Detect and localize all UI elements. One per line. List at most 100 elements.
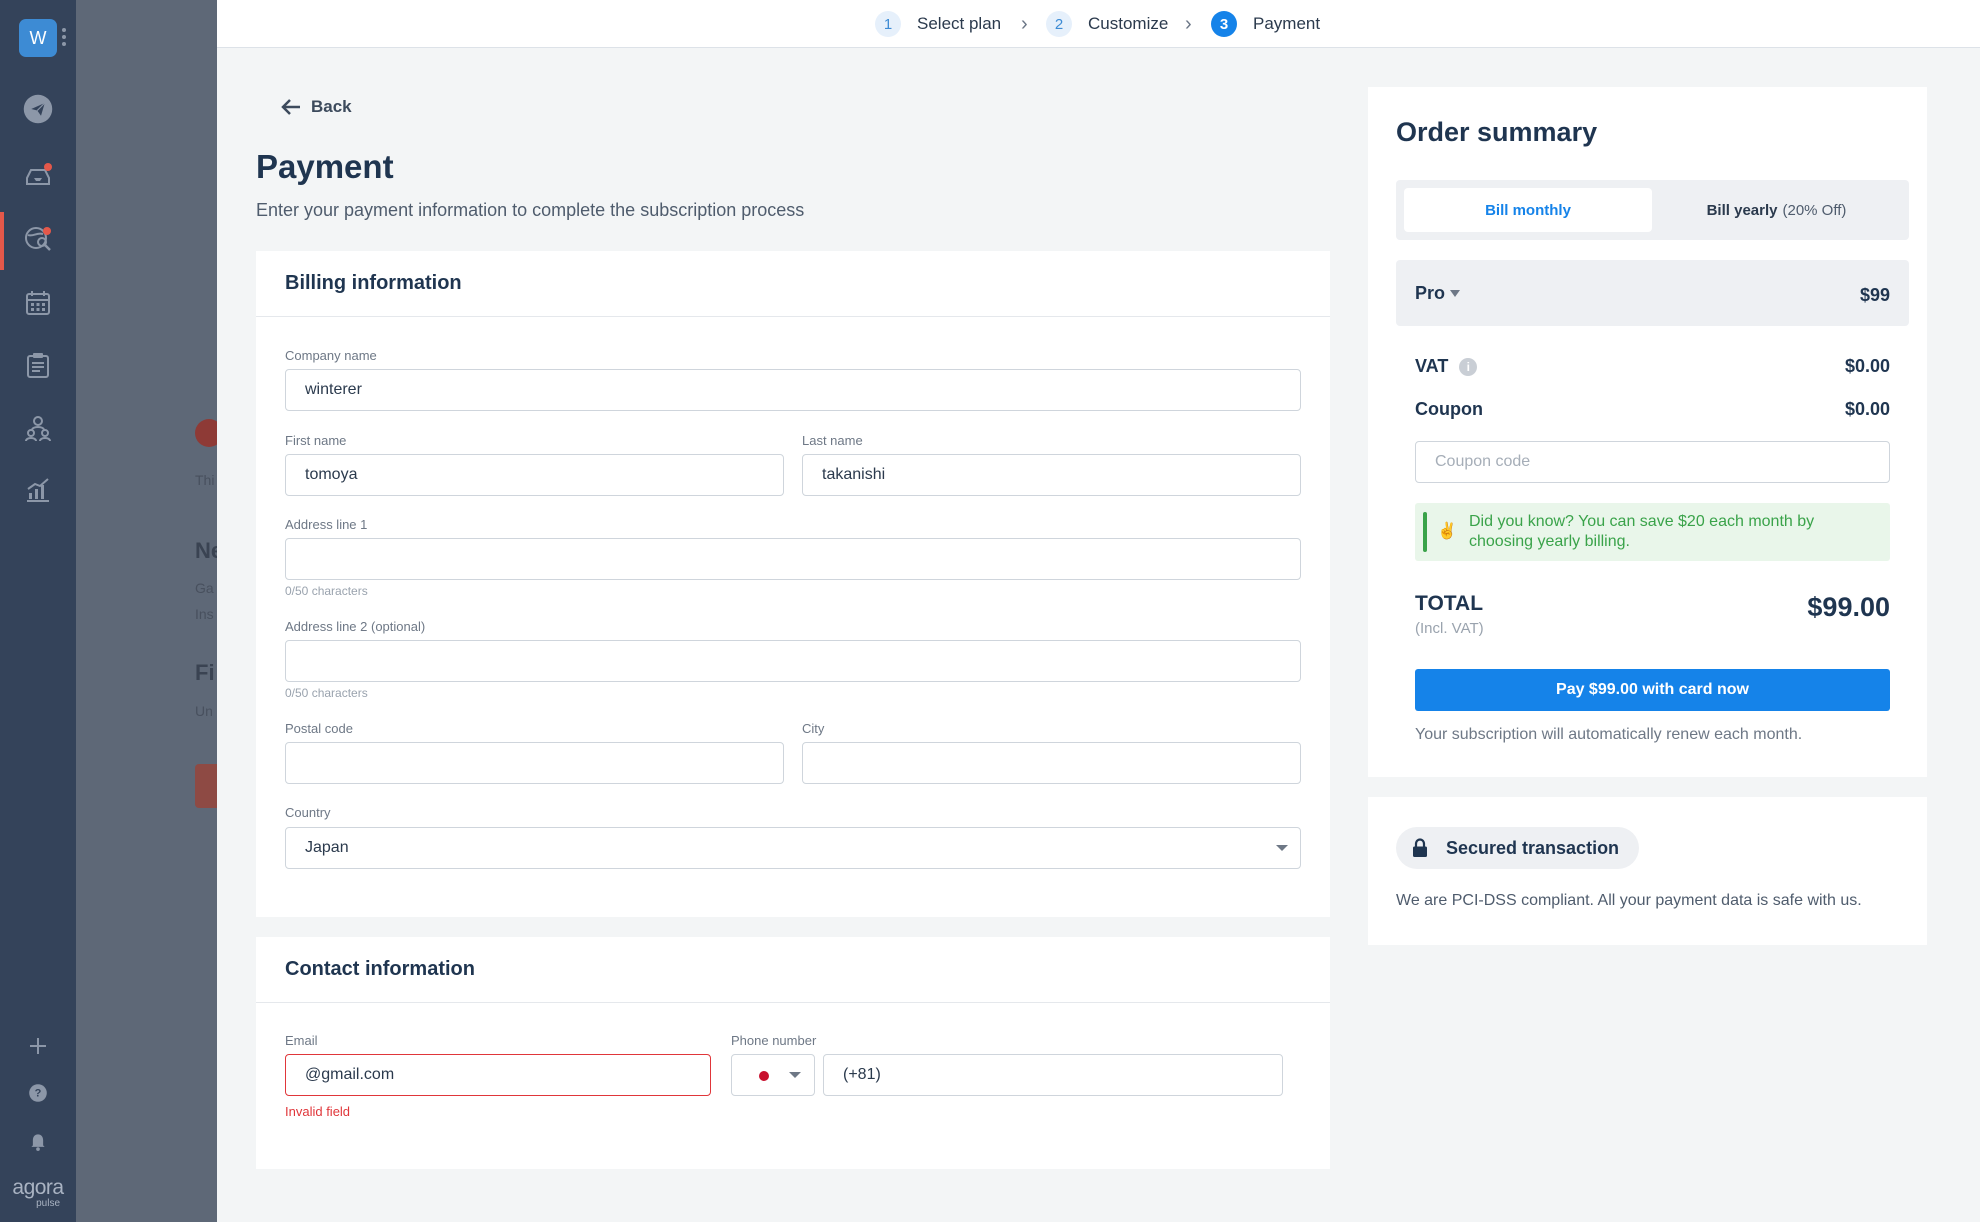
coupon-code-input[interactable] <box>1435 453 1889 471</box>
address-line-2-counter: 0/50 characters <box>285 686 368 700</box>
company-name-label: Company name <box>285 348 377 363</box>
step-customize[interactable]: 2 Customize <box>1046 11 1168 37</box>
order-summary-card: Order summary Bill monthly Bill yearly (… <box>1368 87 1927 777</box>
background-text: Ga <box>195 580 214 596</box>
bill-yearly-label: Bill yearly <box>1706 201 1778 219</box>
address-line-2-input[interactable] <box>285 640 1301 682</box>
back-link[interactable]: Back <box>281 97 352 117</box>
background-text: Thi <box>195 472 215 488</box>
chevron-right-icon: › <box>1185 13 1192 35</box>
step-payment[interactable]: 3 Payment <box>1211 11 1320 37</box>
tip-accent-bar <box>1423 512 1427 552</box>
paper-plane-icon[interactable] <box>18 89 58 129</box>
plan-price: $99 <box>1859 285 1890 305</box>
brand-logo-sub: pulse <box>36 1198 60 1209</box>
first-name-label: First name <box>285 433 347 448</box>
billing-period-toggle: Bill monthly Bill yearly (20% Off) <box>1396 180 1909 240</box>
coupon-value: $0.00 <box>1844 399 1890 419</box>
workspace-switcher[interactable]: W <box>19 19 57 57</box>
address-line-2-label: Address line 2 (optional) <box>285 619 426 634</box>
first-name-input[interactable]: tomoya <box>285 454 784 496</box>
last-name-label: Last name <box>802 433 863 448</box>
victory-hand-icon: ✌ <box>1437 523 1457 540</box>
secured-transaction-label: Secured transaction <box>1446 837 1620 858</box>
lock-icon <box>1413 838 1427 857</box>
last-name-input[interactable]: takanishi <box>802 454 1301 496</box>
address-line-1-counter: 0/50 characters <box>285 584 368 598</box>
checkout-stepper: 1 Select plan › 2 Customize › 3 Payment <box>217 0 1980 48</box>
total-vat-note: (Incl. VAT) <box>1415 620 1484 637</box>
svg-text:?: ? <box>35 1088 42 1100</box>
team-icon[interactable] <box>18 408 58 448</box>
vat-label: VAT <box>1415 356 1449 376</box>
step-number: 2 <box>1046 11 1072 37</box>
phone-input[interactable]: (+81) <box>823 1054 1283 1096</box>
billing-information-card: Billing information Company name wintere… <box>256 251 1330 917</box>
bill-yearly-discount: (20% Off) <box>1782 201 1847 219</box>
vat-row: VAT i $0.00 <box>1415 356 1890 377</box>
page-title: Payment <box>256 148 394 185</box>
step-number: 3 <box>1211 11 1237 37</box>
city-input[interactable] <box>802 742 1301 784</box>
inbox-icon[interactable] <box>18 155 58 195</box>
email-label: Email <box>285 1033 318 1048</box>
background-page: Thi Ne Ga Ins Fi Un <box>76 0 217 1222</box>
chevron-right-icon: › <box>1021 13 1028 35</box>
vat-value: $0.00 <box>1844 356 1890 376</box>
country-value: Japan <box>305 839 349 856</box>
phone-label: Phone number <box>731 1033 817 1048</box>
step-label: Customize <box>1088 14 1169 33</box>
chevron-down-icon <box>1276 845 1288 851</box>
active-nav-indicator <box>0 212 4 270</box>
background-text: Un <box>195 703 213 719</box>
info-icon[interactable]: i <box>1459 357 1478 376</box>
background-text: Ins <box>195 606 214 622</box>
total-amount: $99.00 <box>1807 592 1890 622</box>
more-icon[interactable] <box>62 28 66 46</box>
analytics-icon[interactable] <box>18 470 58 510</box>
background-button <box>195 764 217 808</box>
country-code-select[interactable] <box>731 1054 815 1096</box>
background-heading: Ne <box>195 538 217 563</box>
pay-button[interactable]: Pay $99.00 with card now <box>1415 669 1890 711</box>
order-summary-title: Order summary <box>1396 117 1598 147</box>
plus-icon[interactable] <box>18 1026 58 1066</box>
plan-selector[interactable]: Pro $99 <box>1396 260 1909 326</box>
postal-code-input[interactable] <box>285 742 784 784</box>
coupon-code-field[interactable] <box>1415 441 1890 483</box>
company-name-input[interactable]: winterer <box>285 369 1301 411</box>
security-card: Secured transaction We are PCI-DSS compl… <box>1368 797 1927 945</box>
coupon-row: Coupon $0.00 <box>1415 399 1890 420</box>
coupon-label: Coupon <box>1415 399 1483 419</box>
arrow-left-icon <box>281 99 300 115</box>
bill-yearly-option[interactable]: Bill yearly (20% Off) <box>1652 188 1901 232</box>
step-label: Payment <box>1253 14 1321 33</box>
postal-code-label: Postal code <box>285 721 353 736</box>
renewal-note: Your subscription will automatically ren… <box>1415 726 1803 743</box>
help-icon[interactable]: ? <box>18 1073 58 1113</box>
listening-icon[interactable] <box>18 218 58 258</box>
background-heading: Fi <box>195 660 215 685</box>
address-line-1-input[interactable] <box>285 538 1301 580</box>
report-icon[interactable] <box>18 345 58 385</box>
step-number: 1 <box>875 11 901 37</box>
pci-compliance-note: We are PCI-DSS compliant. All your payme… <box>1396 892 1862 909</box>
bell-icon[interactable] <box>18 1121 58 1161</box>
bill-monthly-option[interactable]: Bill monthly <box>1404 188 1652 232</box>
country-select[interactable]: Japan <box>285 827 1301 869</box>
calendar-icon[interactable] <box>18 283 58 323</box>
total-label: TOTAL <box>1415 592 1484 615</box>
plan-name: Pro <box>1415 283 1461 304</box>
contact-heading: Contact information <box>256 937 1330 1003</box>
background-badge-icon <box>195 419 217 447</box>
email-input[interactable]: @gmail.com <box>285 1054 711 1096</box>
japan-flag-icon <box>759 1071 769 1081</box>
back-label: Back <box>311 97 352 116</box>
secured-transaction-badge: Secured transaction <box>1396 827 1640 869</box>
step-select-plan[interactable]: 1 Select plan <box>875 11 1001 37</box>
billing-heading: Billing information <box>256 251 1330 317</box>
country-label: Country <box>285 805 331 820</box>
tip-text: Did you know? You can save $20 each mont… <box>1469 513 1815 550</box>
email-error: Invalid field <box>285 1104 351 1119</box>
city-label: City <box>802 721 825 736</box>
